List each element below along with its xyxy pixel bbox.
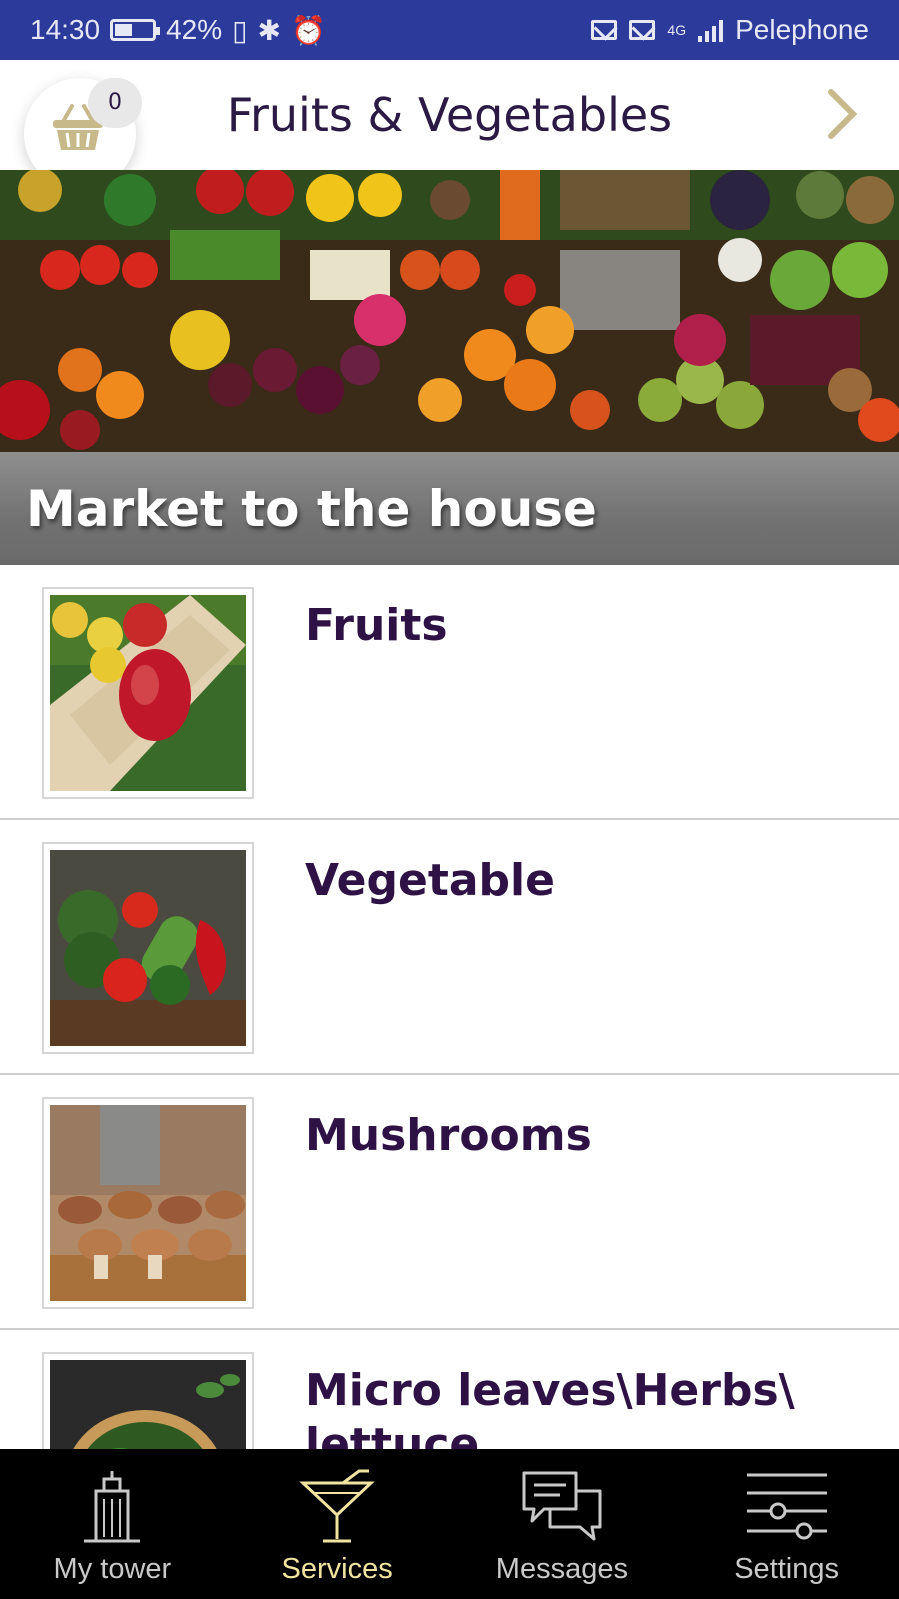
mushrooms-thumbnail [42, 1097, 254, 1309]
chat-bubbles-icon [522, 1471, 602, 1541]
category-title: Vegetable [305, 855, 555, 906]
bottom-navigation: My tower Services Messages Settings [0, 1449, 899, 1599]
battery-icon [110, 19, 161, 41]
category-title: Fruits [305, 600, 448, 651]
vegetable-thumbnail [42, 842, 254, 1054]
apples-image [50, 595, 246, 791]
cart-count-badge: 0 [88, 78, 142, 128]
list-item-fruits[interactable]: Fruits [0, 565, 899, 820]
page-header: 0 Fruits & Vegetables [0, 60, 899, 190]
nav-label: Services [281, 1553, 393, 1585]
nav-settings[interactable]: Settings [674, 1449, 899, 1599]
list-item-vegetable[interactable]: Vegetable [0, 820, 899, 1075]
fruits-thumbnail [42, 587, 254, 799]
chevron-right-icon [828, 89, 858, 139]
next-button[interactable] [825, 88, 859, 144]
market-produce-image [0, 170, 899, 452]
category-list: Fruits Vegetable Mushrooms Micro leaves\… [0, 565, 899, 1585]
nav-label: Settings [734, 1553, 840, 1585]
vibrate-icon: ▯ [232, 14, 248, 46]
network-type: 4G [667, 22, 687, 38]
nav-my-tower[interactable]: My tower [0, 1449, 225, 1599]
mail-icon [591, 20, 618, 40]
building-icon [84, 1471, 141, 1543]
list-item-mushrooms[interactable]: Mushrooms [0, 1075, 899, 1330]
signal-icon [698, 18, 724, 42]
bluetooth-icon: ✱ [257, 14, 282, 46]
status-battery: 42% [166, 14, 223, 45]
nav-messages[interactable]: Messages [450, 1449, 675, 1599]
cocktail-icon [299, 1469, 375, 1543]
banner-caption-text: Market to the house [26, 479, 597, 538]
sliders-icon [746, 1473, 827, 1540]
banner-caption: Market to the house [0, 452, 899, 565]
alarm-icon: ⏰ [291, 14, 326, 46]
mushrooms-image [50, 1105, 246, 1301]
nav-services[interactable]: Services [225, 1449, 450, 1599]
hero-banner: Market to the house [0, 170, 899, 565]
vegetables-image [50, 850, 246, 1046]
status-time: 14:30 [30, 14, 101, 45]
nav-label: My tower [53, 1553, 172, 1585]
mail-icon [629, 20, 656, 40]
category-title: Mushrooms [305, 1110, 592, 1161]
carrier-name: Pelephone [735, 14, 869, 45]
status-bar: 14:30 42% ▯ ✱ ⏰ 4G Pelephone [0, 0, 899, 60]
page-title: Fruits & Vegetables [226, 88, 673, 142]
nav-label: Messages [495, 1553, 628, 1585]
